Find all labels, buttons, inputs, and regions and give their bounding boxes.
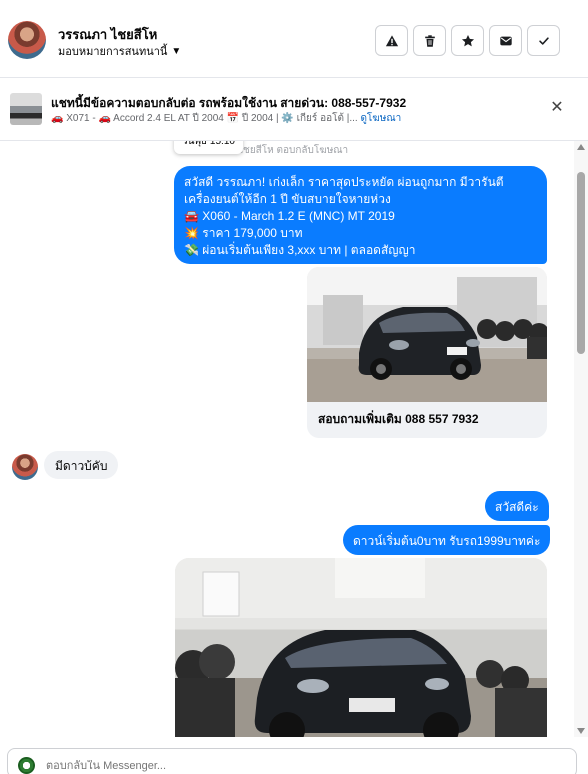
- thread-scrollbar[interactable]: [574, 141, 588, 737]
- ad-subtitle: 🚗 X071 - 🚗 Accord 2.4 EL AT ปี 2004 📅 ปี…: [51, 111, 401, 126]
- card-caption: สอบถามเพิ่มเติม 088 557 7932: [318, 412, 479, 426]
- message-line: สวัสดี วรรณภา! เก่งเล็ก ราคาสุดประหยัด ผ…: [184, 175, 504, 189]
- ad-context-banner: แชทนี้มีข้อความตอบกลับต่อ รถพร้อมใช้งาน …: [0, 79, 588, 141]
- message-line: 💸 ผ่อนเริ่มต้นเพียง 3,xxx บาท | ตลอดสัญญ…: [184, 243, 416, 257]
- message-line: 🚘 X060 - March 1.2 E (MNC) MT 2019: [184, 209, 395, 223]
- incoming-message[interactable]: มีดาวบ้คับ: [44, 451, 119, 479]
- envelope-icon: [499, 36, 512, 45]
- mark-unread-button[interactable]: [489, 25, 522, 56]
- ad-description: 🚗 X071 - 🚗 Accord 2.4 EL AT ปี 2004 📅 ปี…: [51, 113, 358, 124]
- star-button[interactable]: [451, 25, 484, 56]
- ad-thumbnail[interactable]: [10, 93, 42, 125]
- scroll-down-arrow-icon[interactable]: [577, 728, 585, 734]
- star-icon: [461, 34, 474, 46]
- outgoing-message-hello[interactable]: สวัสดีค่ะ: [485, 491, 549, 521]
- car-photo[interactable]: [307, 267, 547, 402]
- message-thread[interactable]: ไชยสีโห ตอบกลับโฆษณา สวัสดี วรรณภา! เก่ง…: [0, 141, 574, 737]
- delete-button[interactable]: [413, 25, 446, 56]
- contact-avatar[interactable]: [8, 21, 46, 59]
- conversation-header: วรรณภา ไชยสีโห มอบหมายการสนทนานี้ ▼: [0, 0, 588, 78]
- car-photo-2[interactable]: [175, 558, 547, 737]
- report-spam-button[interactable]: [375, 25, 408, 56]
- mark-done-button[interactable]: [527, 25, 560, 56]
- check-icon: [538, 36, 549, 45]
- scroll-up-arrow-icon[interactable]: [577, 144, 585, 150]
- warning-icon: [385, 34, 398, 46]
- message-line: 💥 ราคา 179,000 บาท: [184, 226, 303, 240]
- timestamp-tooltip: วันพุธ 15:10: [174, 141, 243, 154]
- scroll-thumb[interactable]: [577, 172, 585, 354]
- trash-icon: [424, 34, 435, 47]
- customer-avatar[interactable]: [12, 454, 38, 480]
- car-photo-card[interactable]: สอบถามเพิ่มเติม 088 557 7932: [307, 267, 547, 438]
- assign-label: มอบหมายการสนทนานี้: [58, 46, 168, 58]
- message-line: เครื่องยนต์ให้อีก 1 ปี ขับสบายใจหายห่วง: [184, 192, 391, 206]
- outgoing-message-down-payment[interactable]: ดาวน์เริ่มต้น0บาท รับรถ1999บาทค่ะ: [343, 525, 551, 555]
- close-icon[interactable]: ✕: [549, 99, 565, 116]
- assign-conversation-dropdown[interactable]: มอบหมายการสนทนานี้ ▼: [58, 42, 181, 60]
- page-avatar-icon: [18, 757, 35, 774]
- outgoing-message[interactable]: สวัสดี วรรณภา! เก่งเล็ก ราคาสุดประหยัด ผ…: [174, 166, 547, 264]
- view-ad-link[interactable]: ดูโฆษณา: [360, 113, 401, 124]
- caret-down-icon: ▼: [171, 45, 182, 57]
- reply-meta: ไชยสีโห ตอบกลับโฆษณา: [238, 145, 349, 156]
- reply-input[interactable]: [46, 760, 546, 772]
- reply-composer[interactable]: [7, 748, 577, 774]
